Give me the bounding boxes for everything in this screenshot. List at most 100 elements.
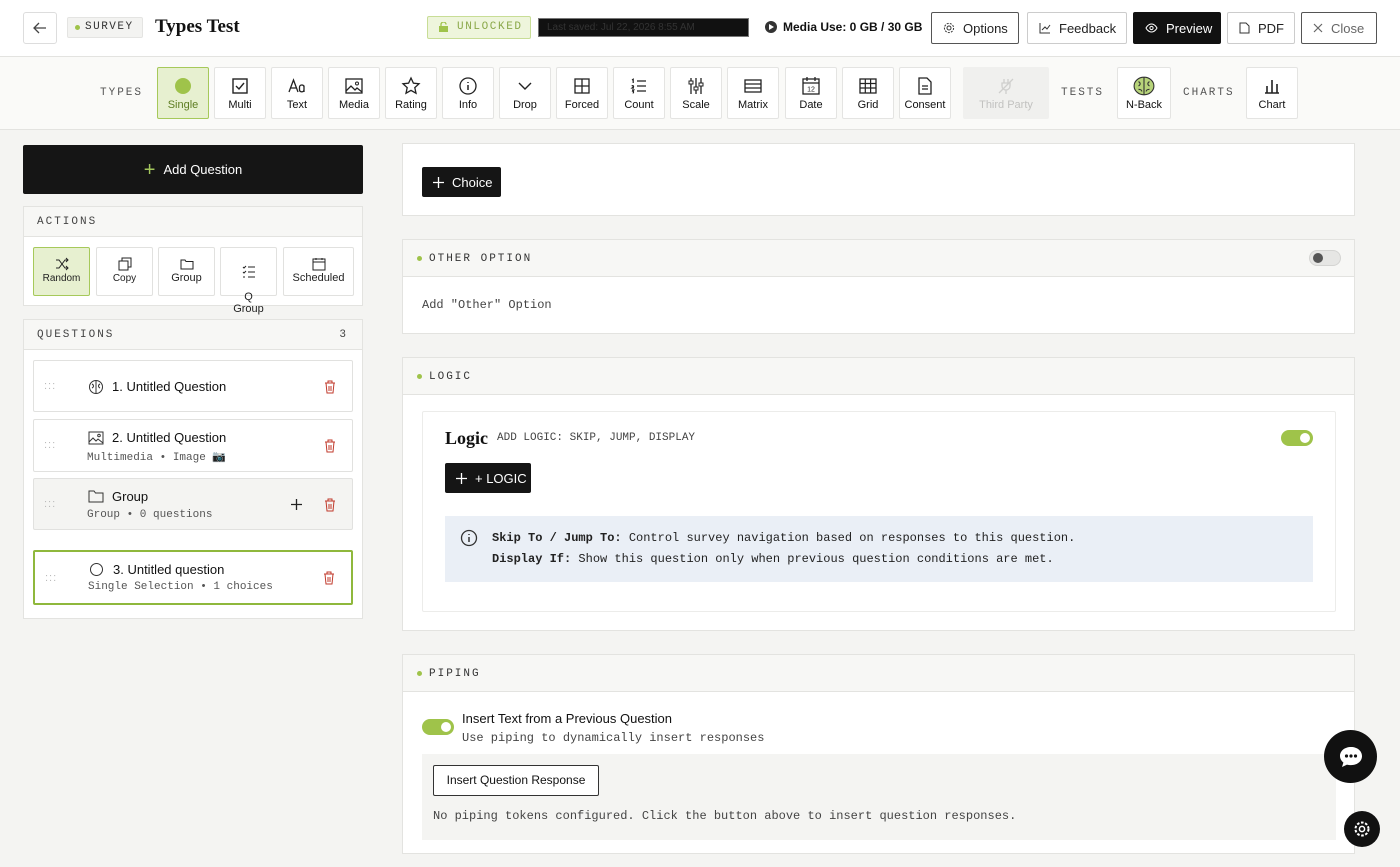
add-logic-button[interactable]: + LOGIC	[445, 463, 531, 493]
question-item-1[interactable]: ::: 1. Untitled Question	[33, 360, 353, 412]
group-title: Group	[112, 489, 149, 504]
piping-toggle[interactable]	[422, 719, 454, 735]
type-label: Chart	[1258, 99, 1286, 111]
type-button-multi[interactable]: Multi	[214, 67, 266, 119]
options-button[interactable]: Options	[931, 12, 1019, 44]
type-button-count[interactable]: Count	[613, 67, 665, 119]
folder-icon	[88, 490, 104, 503]
type-button-drop[interactable]: Drop	[499, 67, 551, 119]
lock-status-badge[interactable]: UNLOCKED	[427, 16, 531, 39]
question-item-2[interactable]: ::: 2. Untitled Question Multimedia • Im…	[33, 419, 353, 472]
logic-panel: Logic ADD LOGIC: SKIP, JUMP, DISPLAY + L…	[422, 411, 1336, 612]
drag-handle-icon[interactable]: :::	[44, 380, 56, 392]
brain-icon	[89, 380, 103, 394]
feedback-button[interactable]: Feedback	[1027, 12, 1127, 44]
action-group-button[interactable]: Group	[158, 247, 215, 296]
pdf-button[interactable]: PDF	[1227, 12, 1295, 44]
type-button-scale[interactable]: Scale	[670, 67, 722, 119]
document-icon	[918, 77, 932, 95]
shuffle-icon	[55, 257, 69, 271]
add-choice-button[interactable]: Choice	[422, 167, 501, 197]
add-logic-label: + LOGIC	[475, 470, 527, 486]
actions-panel: ACTIONS Random Copy Group Q Group Schedu…	[23, 206, 363, 315]
type-button-chart[interactable]: Chart	[1246, 67, 1298, 119]
trash-icon[interactable]	[324, 439, 336, 453]
questions-count: 3	[339, 329, 348, 341]
info-icon	[459, 77, 477, 95]
insert-question-response-button[interactable]: Insert Question Response	[433, 765, 599, 796]
type-button-text[interactable]: Text	[271, 67, 323, 119]
action-q-group-button[interactable]: Q Group	[220, 247, 277, 315]
trash-icon[interactable]	[324, 380, 336, 394]
add-to-group-icon[interactable]	[290, 498, 303, 511]
action-copy-button[interactable]: Copy	[96, 247, 153, 296]
chat-button[interactable]	[1324, 730, 1377, 783]
preview-button[interactable]: Preview	[1133, 12, 1221, 44]
type-label: N-Back	[1125, 99, 1163, 111]
question-title: 2. Untitled Question	[112, 430, 227, 445]
type-button-single[interactable]: Single	[157, 67, 209, 119]
drag-handle-icon[interactable]: :::	[44, 498, 56, 510]
type-button-rating[interactable]: Rating	[385, 67, 437, 119]
plus-icon: +	[143, 158, 156, 181]
drag-handle-icon[interactable]: :::	[44, 439, 56, 451]
trash-icon[interactable]	[323, 571, 335, 585]
action-label: Group	[171, 272, 202, 284]
image-icon	[88, 431, 104, 445]
action-scheduled-button[interactable]: Scheduled	[283, 247, 354, 296]
action-random-button[interactable]: Random	[33, 247, 90, 296]
close-button[interactable]: Close	[1301, 12, 1377, 44]
info-icon	[460, 529, 478, 547]
piping-toggle-title: Insert Text from a Previous Question	[462, 711, 673, 726]
type-button-grid[interactable]: Grid	[842, 67, 894, 119]
chevron-down-icon	[518, 82, 532, 90]
type-label: Drop	[513, 99, 537, 111]
calendar-icon: 12	[802, 77, 820, 95]
piping-header: PIPING	[403, 655, 1354, 692]
pdf-label: PDF	[1258, 20, 1284, 36]
logic-card: LOGIC Logic ADD LOGIC: SKIP, JUMP, DISPL…	[402, 357, 1355, 631]
action-label: Copy	[112, 273, 137, 284]
type-button-n-back[interactable]: N-Back	[1117, 67, 1171, 119]
image-icon	[345, 78, 363, 94]
type-button-date[interactable]: 12 Date	[785, 67, 837, 119]
type-button-matrix[interactable]: Matrix	[727, 67, 779, 119]
options-label: Options	[963, 20, 1008, 36]
gear-icon	[943, 22, 955, 34]
settings-button[interactable]	[1344, 811, 1380, 847]
trash-icon[interactable]	[324, 498, 336, 512]
text-icon	[288, 78, 305, 93]
add-question-label: Add Question	[163, 162, 243, 177]
other-option-toggle[interactable]	[1309, 250, 1341, 266]
lock-status-label: UNLOCKED	[457, 21, 523, 33]
info-line1-bold: Skip To / Jump To:	[492, 531, 622, 545]
back-button[interactable]	[23, 12, 57, 44]
media-use: Media Use: 0 GB / 30 GB	[765, 20, 922, 34]
play-icon	[765, 21, 777, 33]
close-icon	[1313, 23, 1323, 33]
type-button-forced[interactable]: Forced	[556, 67, 608, 119]
close-label: Close	[1331, 20, 1365, 36]
drag-handle-icon[interactable]: :::	[45, 572, 57, 584]
type-button-media[interactable]: Media	[328, 67, 380, 119]
piping-card: PIPING Insert Text from a Previous Quest…	[402, 654, 1355, 854]
bar-chart-icon	[1265, 80, 1279, 94]
type-button-info[interactable]: Info	[442, 67, 494, 119]
radio-icon	[90, 563, 103, 576]
question-item-3[interactable]: ::: 3. Untitled question Single Selectio…	[33, 550, 353, 605]
logic-toggle[interactable]	[1281, 430, 1313, 446]
action-label: Scheduled	[292, 272, 345, 284]
file-icon	[1239, 22, 1250, 34]
table-icon	[744, 79, 762, 93]
type-label: Scale	[682, 99, 710, 111]
type-button-consent[interactable]: Consent	[899, 67, 951, 119]
group-subtitle: Group • 0 questions	[87, 509, 213, 521]
other-option-card: OTHER OPTION Add "Other" Option	[402, 239, 1355, 334]
question-group-item[interactable]: ::: Group Group • 0 questions	[33, 478, 353, 530]
type-label: Multi	[228, 99, 252, 111]
copy-icon	[118, 257, 131, 271]
last-saved-text: Last saved: Jul 22, 2026 8:55 AM	[538, 18, 749, 37]
calendar-icon	[312, 258, 325, 271]
add-question-button[interactable]: + Add Question	[23, 145, 363, 194]
type-label: Count	[624, 99, 654, 111]
